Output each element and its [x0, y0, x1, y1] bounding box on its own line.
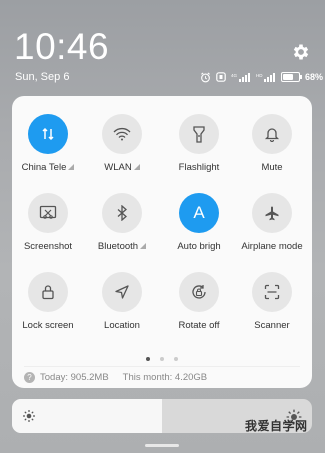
nfc-icon — [216, 72, 226, 82]
date-label: Sun, Sep 6 — [15, 71, 70, 83]
tile-airplane-mode[interactable]: Airplane mode — [235, 193, 309, 252]
bell-icon[interactable] — [252, 114, 292, 154]
screenshot-icon[interactable] — [28, 193, 68, 233]
brightness-low-icon — [23, 410, 35, 422]
tile-label: Location — [104, 320, 140, 331]
svg-text:HD: HD — [256, 73, 263, 78]
tile-label: Rotate off — [178, 320, 220, 331]
tile-flashlight[interactable]: Flashlight — [162, 114, 236, 173]
tile-rotate-off[interactable]: Rotate off — [162, 272, 236, 331]
tile-label: Mute — [261, 162, 283, 173]
signal-strength-icon — [68, 164, 75, 172]
tile-wlan[interactable]: WLAN — [85, 114, 159, 173]
tile-china-tele[interactable]: China Tele — [11, 114, 85, 173]
tile-scanner[interactable]: Scanner — [235, 272, 309, 331]
gear-icon[interactable] — [291, 42, 311, 62]
location-icon[interactable] — [102, 272, 142, 312]
tile-label: Scanner — [254, 320, 290, 331]
status-icons: 4G HD 68% — [200, 70, 323, 84]
usage-month: This month: 4.20GB — [122, 371, 208, 383]
tile-location[interactable]: Location — [85, 272, 159, 331]
data-transfer-icon[interactable] — [28, 114, 68, 154]
tile-label: WLAN — [85, 162, 159, 173]
svg-text:4G: 4G — [231, 73, 238, 78]
clock: 10:46 — [14, 26, 110, 67]
page-dot[interactable] — [160, 357, 164, 361]
signal-strength-icon — [133, 164, 140, 172]
airplane-icon[interactable] — [252, 193, 292, 233]
data-usage-bar[interactable]: ? Today: 905.2MB This month: 4.20GB — [24, 366, 300, 385]
flashlight-icon[interactable] — [179, 114, 219, 154]
tile-label: Auto brigh — [177, 241, 221, 252]
drag-handle[interactable] — [145, 444, 179, 447]
tile-lock-screen[interactable]: Lock screen — [11, 272, 85, 331]
page-indicator — [12, 348, 312, 366]
signal-4g-icon: 4G — [231, 73, 250, 82]
tile-bluetooth[interactable]: Bluetooth — [85, 193, 159, 252]
tile-label: Airplane mode — [241, 241, 303, 252]
lock-icon[interactable] — [28, 272, 68, 312]
alarm-icon — [201, 72, 210, 82]
rotate-lock-icon[interactable] — [179, 272, 219, 312]
info-icon: ? — [24, 371, 35, 383]
watermark: 我爱自学网 — [245, 419, 308, 433]
tile-mute[interactable]: Mute — [235, 114, 309, 173]
usage-today: Today: 905.2MB — [40, 371, 109, 383]
quick-settings-panel: China Tele WLAN Flashlight Mute Screenshot Bl… — [12, 96, 312, 388]
signal-strength-icon — [140, 243, 147, 251]
tile-screenshot[interactable]: Screenshot — [11, 193, 85, 252]
signal-hd-icon: HD — [256, 73, 275, 82]
battery-icon — [281, 72, 302, 82]
auto-brightness-icon[interactable]: A — [179, 193, 219, 233]
tile-label: Screenshot — [23, 241, 73, 252]
tile-label: Flashlight — [178, 162, 220, 173]
tile-label: China Tele — [11, 162, 85, 173]
page-dot[interactable] — [145, 357, 150, 361]
battery-percent: 68% — [305, 72, 324, 82]
page-dot[interactable] — [174, 357, 179, 361]
tile-label: Bluetooth — [85, 241, 159, 252]
tile-label: Lock screen — [22, 320, 74, 331]
wifi-icon[interactable] — [102, 114, 142, 154]
tile-auto-brigh[interactable]: A Auto brigh — [162, 193, 236, 252]
bluetooth-icon[interactable] — [102, 193, 142, 233]
scanner-icon[interactable] — [252, 272, 292, 312]
